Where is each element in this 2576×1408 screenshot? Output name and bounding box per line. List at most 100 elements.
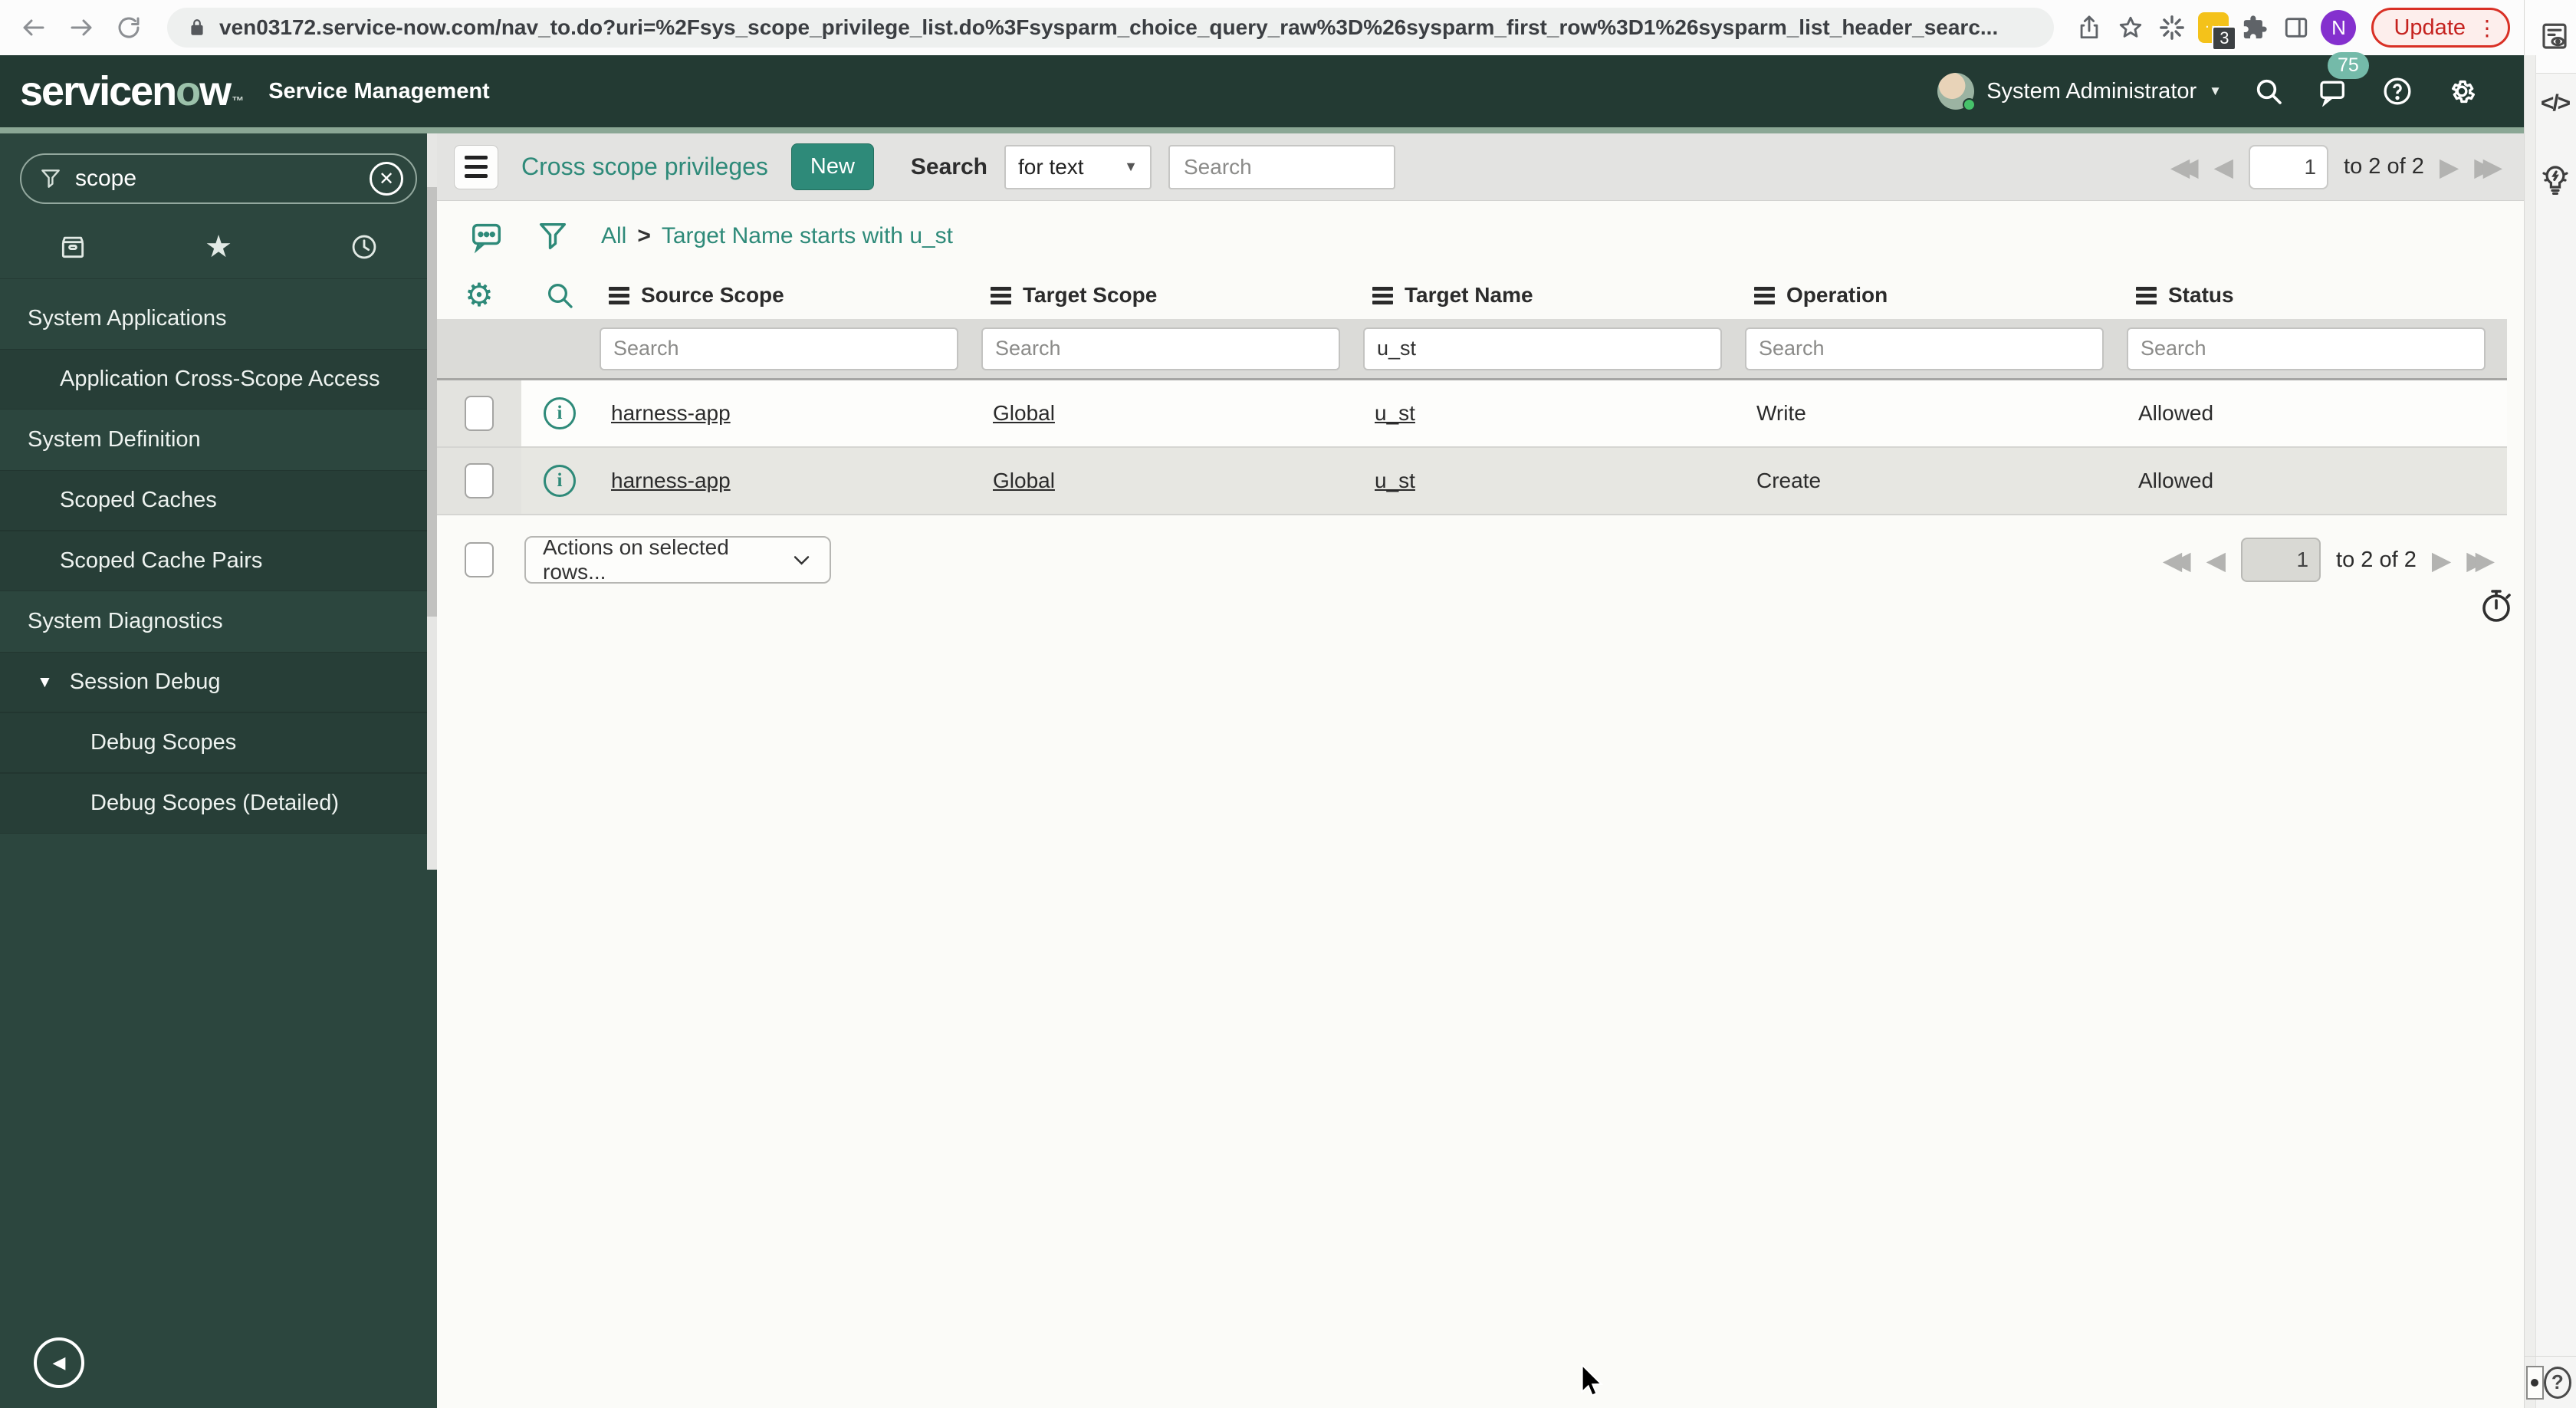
sidebar-item-debug-scopes[interactable]: Debug Scopes xyxy=(0,712,437,773)
help-icon[interactable] xyxy=(2380,74,2415,109)
clear-filter-icon[interactable]: ✕ xyxy=(370,162,403,196)
column-menu-icon xyxy=(1754,286,1775,304)
cell-source-scope-link[interactable]: harness-app xyxy=(598,401,980,426)
tab-favorites[interactable]: ★ xyxy=(146,229,291,265)
share-icon[interactable] xyxy=(2072,11,2106,44)
extension-burst-icon[interactable] xyxy=(2155,11,2189,44)
record-preview-icon[interactable]: i xyxy=(544,465,576,497)
column-header-row: ⚙ Source Scope Target Scope Target Name … xyxy=(437,271,2507,319)
sidebar-item-debug-scopes-detailed[interactable]: Debug Scopes (Detailed) xyxy=(0,773,437,834)
forward-button[interactable] xyxy=(61,8,101,48)
navigator-filter-input[interactable] xyxy=(75,166,357,192)
select-all-cell xyxy=(437,526,521,594)
cell-source-scope-link[interactable]: harness-app xyxy=(598,469,980,493)
sidebar-item-scoped-caches[interactable]: Scoped Caches xyxy=(0,470,437,531)
sidebar-item-session-debug[interactable]: ▼ Session Debug xyxy=(0,652,437,712)
bookmark-star-icon[interactable] xyxy=(2114,11,2147,44)
breadcrumb-filter-link[interactable]: Target Name starts with u_st xyxy=(662,223,953,249)
sidebar-section-system-diagnostics[interactable]: System Diagnostics xyxy=(0,591,437,652)
record-preview-icon[interactable]: i xyxy=(544,397,576,429)
last-page-icon[interactable]: ▶▶ xyxy=(2466,545,2495,575)
filter-funnel-icon xyxy=(41,169,60,188)
filter-status-input[interactable] xyxy=(2127,327,2486,370)
browser-page: ven03172.service-now.com/nav_to.do?uri=%… xyxy=(0,0,2524,1408)
lock-icon xyxy=(191,19,203,35)
page-number-input[interactable] xyxy=(2241,538,2321,582)
star-icon: ★ xyxy=(205,229,232,264)
global-search-icon[interactable] xyxy=(2251,74,2286,109)
conversations-icon[interactable]: 75 xyxy=(2315,52,2369,109)
list-footer-row: Actions on selected rows... ◀◀ ◀ to 2 of… xyxy=(437,526,2507,594)
last-page-icon[interactable]: ▶▶ xyxy=(2474,152,2502,182)
list-context-menu-button[interactable] xyxy=(454,144,498,189)
previous-page-icon[interactable]: ◀ xyxy=(2214,152,2234,182)
settings-gear-icon[interactable] xyxy=(2444,74,2479,109)
first-page-icon[interactable]: ◀◀ xyxy=(2163,545,2191,575)
filter-source-scope-input[interactable] xyxy=(600,327,958,370)
cell-target-scope-link[interactable]: Global xyxy=(980,469,1362,493)
actions-dropdown[interactable]: Actions on selected rows... xyxy=(524,535,831,584)
cell-target-name-link[interactable]: u_st xyxy=(1362,401,1743,426)
select-caret-icon: ▼ xyxy=(1124,159,1138,174)
page-number-input[interactable] xyxy=(2249,144,2329,189)
list-settings-gear-icon[interactable]: ⚙ xyxy=(437,279,521,311)
row-checkbox[interactable] xyxy=(465,463,494,498)
back-button[interactable] xyxy=(14,8,54,48)
filter-builder-icon[interactable] xyxy=(535,219,570,254)
column-search-toggle-icon[interactable] xyxy=(521,280,598,311)
row-checkbox-cell xyxy=(437,448,521,514)
column-header-target-scope[interactable]: Target Scope xyxy=(980,283,1362,308)
table-row: i harness-app Global u_st Create Allowed xyxy=(437,448,2507,515)
pagination-top: ◀◀ ◀ to 2 of 2 ▶ ▶▶ xyxy=(2170,144,2502,189)
user-menu[interactable]: System Administrator ▼ xyxy=(1937,73,2222,111)
extension-yellow-icon[interactable]: ... 3 xyxy=(2196,11,2237,51)
previous-page-icon[interactable]: ◀ xyxy=(2206,545,2226,575)
browser-menu-icon[interactable]: ⋮ xyxy=(2476,15,2499,41)
cell-target-name-link[interactable]: u_st xyxy=(1362,469,1743,493)
next-page-icon[interactable]: ▶ xyxy=(2432,545,2452,575)
address-bar[interactable]: ven03172.service-now.com/nav_to.do?uri=%… xyxy=(167,8,2055,48)
sidebar-item-application-cross-scope-access[interactable]: Application Cross-Scope Access xyxy=(0,349,437,410)
list-chat-icon[interactable] xyxy=(469,219,504,254)
reload-button[interactable] xyxy=(109,8,149,48)
column-header-status[interactable]: Status xyxy=(2125,283,2507,308)
navigator-filter: ✕ xyxy=(20,153,417,204)
breadcrumb-all-link[interactable]: All xyxy=(601,223,626,249)
page-help-icon[interactable]: ? xyxy=(2543,1366,2571,1399)
pagination-bottom: ◀◀ ◀ to 2 of 2 ▶ ▶▶ xyxy=(2163,538,2495,582)
collapse-sidebar-button[interactable]: ◀ xyxy=(34,1337,84,1388)
sidebar-scrollbar-thumb[interactable] xyxy=(427,187,437,617)
tab-all-applications[interactable] xyxy=(0,232,146,262)
sidebar-section-system-definition[interactable]: System Definition xyxy=(0,410,437,470)
sidebar-scrollbar[interactable] xyxy=(427,133,437,870)
select-all-checkbox[interactable] xyxy=(465,542,494,577)
new-button[interactable]: New xyxy=(790,143,874,190)
sidebar-item-scoped-cache-pairs[interactable]: Scoped Cache Pairs xyxy=(0,531,437,591)
response-time-icon[interactable] xyxy=(2478,587,2515,624)
row-range-label: to 2 of 2 xyxy=(2336,547,2417,572)
filter-operation-input[interactable] xyxy=(1745,327,2104,370)
column-header-target-name[interactable]: Target Name xyxy=(1362,283,1743,308)
column-header-operation[interactable]: Operation xyxy=(1743,283,2125,308)
cell-target-scope-link[interactable]: Global xyxy=(980,401,1362,426)
screen: ven03172.service-now.com/nav_to.do?uri=%… xyxy=(0,0,2576,1408)
column-header-source-scope[interactable]: Source Scope xyxy=(598,283,980,308)
resize-grip-icon[interactable] xyxy=(2526,1365,2544,1400)
cell-status: Allowed xyxy=(2138,469,2214,492)
sidebar-section-system-applications[interactable]: System Applications xyxy=(0,288,437,349)
filter-target-name-input[interactable] xyxy=(1363,327,1722,370)
side-panel-icon[interactable] xyxy=(2279,11,2313,44)
tab-history[interactable] xyxy=(291,232,437,262)
search-type-select[interactable]: for text ▼ xyxy=(1004,144,1152,189)
list-search-input[interactable] xyxy=(1168,144,1395,189)
filter-target-scope-input[interactable] xyxy=(981,327,1340,370)
browser-update-button[interactable]: Update ⋮ xyxy=(2371,8,2510,48)
extensions-puzzle-icon[interactable] xyxy=(2238,11,2272,44)
row-checkbox[interactable] xyxy=(465,396,494,431)
browser-profile-avatar[interactable]: N xyxy=(2321,10,2357,45)
first-page-icon[interactable]: ◀◀ xyxy=(2170,152,2199,182)
cell-operation: Write xyxy=(1756,401,1806,425)
servicenow-header: servicen o w ™ Service Management System Ad… xyxy=(0,52,2524,127)
next-page-icon[interactable]: ▶ xyxy=(2440,152,2459,182)
page-scrollbar[interactable] xyxy=(2525,55,2536,1408)
